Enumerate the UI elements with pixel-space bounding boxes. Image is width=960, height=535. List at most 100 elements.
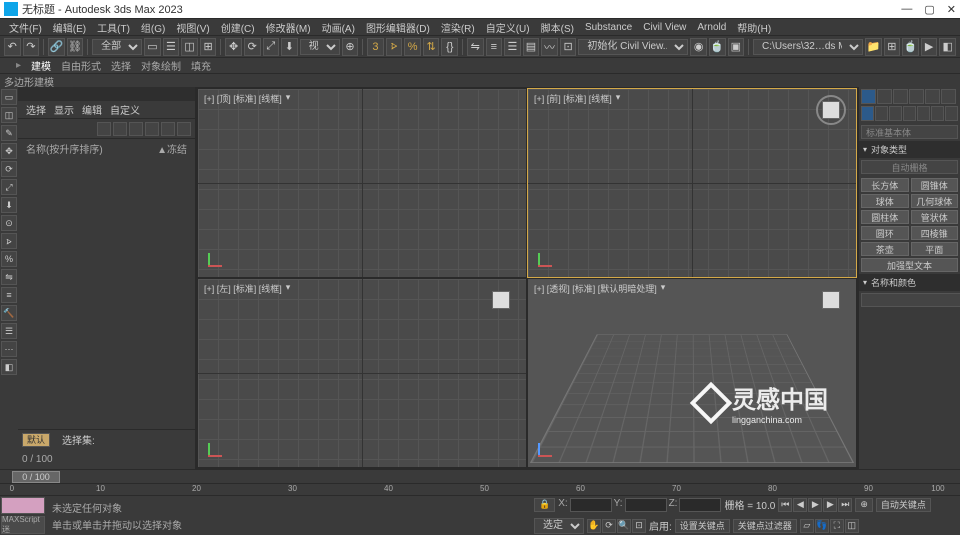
vp-top-label[interactable]: [+] [顶] [标准] [线框] [204,92,282,105]
ribbon-tab-modeling[interactable]: 建模 [31,58,51,73]
cmd-sub-spacewarps-icon[interactable] [931,106,944,121]
scene-camera-icon[interactable] [177,122,191,136]
maxscript-button[interactable]: MAXScript 迷 [1,516,45,534]
track-color-1[interactable] [1,497,45,514]
lt-hammer-icon[interactable]: 🔨 [1,305,17,321]
cmd-tab-hierarchy-icon[interactable] [893,89,908,104]
scene-tab-custom[interactable]: 自定义 [110,102,140,117]
z-input[interactable] [679,498,721,512]
menu-tools[interactable]: 工具(T) [92,20,135,35]
goto-start-button[interactable]: ⏮ [778,498,792,512]
prim-box[interactable]: 长方体 [861,178,909,192]
menu-help[interactable]: 帮助(H) [732,20,776,35]
render-iter-button[interactable]: ◧ [939,38,956,56]
prim-plane[interactable]: 平面 [911,242,959,256]
object-name-input[interactable] [861,293,960,307]
ribbon-tab-selection[interactable]: 选择 [111,58,131,73]
autogrid-checkbox[interactable]: 自动栅格 [861,160,958,174]
lt-snap-icon[interactable]: ⊙ [1,215,17,231]
undo-button[interactable]: ↶ [4,38,21,56]
menu-civilview[interactable]: Civil View [638,22,691,33]
cmd-category-dropdown[interactable]: 标准基本体 [861,125,958,139]
prev-frame-button[interactable]: ◀ [793,498,807,512]
menu-script[interactable]: 脚本(S) [536,20,579,35]
prim-geosphere[interactable]: 几何球体 [911,194,959,208]
prim-tube[interactable]: 管状体 [911,210,959,224]
lt-scale-icon[interactable]: ⤢ [1,179,17,195]
scene-lock-icon[interactable] [161,122,175,136]
select-button[interactable]: ▭ [144,38,161,56]
vp-persp-menu[interactable]: ▾ [661,282,666,295]
select-region-button[interactable]: ◫ [181,38,198,56]
scene-col-frozen[interactable]: ▲冻结 [157,141,187,156]
menu-views[interactable]: 视图(V) [171,20,214,35]
cmd-tab-utilities-icon[interactable] [941,89,956,104]
cmd-tab-modify-icon[interactable] [877,89,892,104]
pivot-button[interactable]: ⊕ [342,38,359,56]
vp-top-menu[interactable]: ▾ [286,92,291,105]
key-filter-dropdown[interactable]: 选定对象 [534,518,584,534]
viewport-front[interactable]: [+] [前] [标准] [线框] ▾ [528,89,856,277]
next-frame-button[interactable]: ▶ [823,498,837,512]
menu-group[interactable]: 组(G) [136,20,170,35]
move-button[interactable]: ✥ [225,38,242,56]
lt-percent-icon[interactable]: % [1,251,17,267]
viewcube-left[interactable] [486,285,516,315]
viewport-left[interactable]: [+] [左] [标准] [线框]▾ [198,279,526,467]
cmd-tab-motion-icon[interactable] [909,89,924,104]
autokey-button[interactable]: 自动关键点 [876,498,931,512]
lt-layer-icon[interactable]: ☰ [1,323,17,339]
cmd-sub-cameras-icon[interactable] [903,106,916,121]
scene-list[interactable] [18,157,195,429]
percent-snap-button[interactable]: % [404,38,421,56]
scene-default-button[interactable]: 默认 [22,433,50,447]
scene-header[interactable] [18,87,195,101]
align-button[interactable]: ≡ [486,38,503,56]
cmd-sub-lights-icon[interactable] [889,106,902,121]
prim-cone[interactable]: 圆锥体 [911,178,959,192]
lt-mirror-icon[interactable]: ⇋ [1,269,17,285]
scene-tab-edit[interactable]: 编辑 [82,102,102,117]
close-button[interactable]: ✕ [947,3,956,16]
unlink-button[interactable]: ⛓ [67,38,84,56]
menu-file[interactable]: 文件(F) [4,20,47,35]
lt-more1-icon[interactable]: ⋯ [1,341,17,357]
vp-persp-label[interactable]: [+] [透视] [标准] [默认明暗处理] [534,282,657,295]
edit-named-sel-button[interactable]: {} [441,38,458,56]
render-prod-button[interactable]: ▶ [921,38,938,56]
menu-create[interactable]: 创建(C) [216,20,260,35]
select-name-button[interactable]: ☰ [163,38,180,56]
material-editor-button[interactable]: ◉ [690,38,707,56]
cmd-sub-helpers-icon[interactable] [917,106,930,121]
menu-substance[interactable]: Substance [580,22,637,33]
vp-front-menu[interactable]: ▾ [616,92,621,105]
cmd-tab-create-icon[interactable] [861,89,876,104]
lt-place-icon[interactable]: ⬇ [1,197,17,213]
x-input[interactable] [570,498,612,512]
project-path[interactable]: C:\Users\32…ds Max 2023 [753,39,863,55]
scale-button[interactable]: ⤢ [263,38,280,56]
vp-front-label[interactable]: [+] [前] [标准] [线框] [534,92,612,105]
prim-sphere[interactable]: 球体 [861,194,909,208]
menu-graph[interactable]: 图形编辑器(D) [361,20,435,35]
viewcube-persp[interactable] [816,285,846,315]
angle-snap-button[interactable]: ⦠ [386,38,403,56]
menu-animation[interactable]: 动画(A) [317,20,360,35]
lt-more2-icon[interactable]: ◧ [1,359,17,375]
lt-move-icon[interactable]: ✥ [1,143,17,159]
civil-dropdown[interactable]: 初始化 Civil View... [578,39,688,55]
lt-rotate-icon[interactable]: ⟳ [1,161,17,177]
scene-view-icon[interactable] [113,122,127,136]
rollout-object-type[interactable]: 对象类型 [859,141,960,158]
cmd-sub-shapes-icon[interactable] [875,106,888,121]
menu-render[interactable]: 渲染(R) [436,20,480,35]
prim-pyramid[interactable]: 四棱锥 [911,226,959,240]
time-ruler[interactable]: 0 10 20 30 40 50 60 70 80 90 100 [0,483,960,495]
vp-left-label[interactable]: [+] [左] [标准] [线框] [204,282,282,295]
snap-toggle-button[interactable]: 3 [367,38,384,56]
open-project-button[interactable]: 📁 [865,38,882,56]
viewport-top[interactable]: [+] [顶] [标准] [线框] ▾ [198,89,526,277]
prim-textplus[interactable]: 加强型文本 [861,258,958,272]
selection-filter[interactable]: 全部 [92,39,142,55]
scene-tab-select[interactable]: 选择 [26,102,46,117]
